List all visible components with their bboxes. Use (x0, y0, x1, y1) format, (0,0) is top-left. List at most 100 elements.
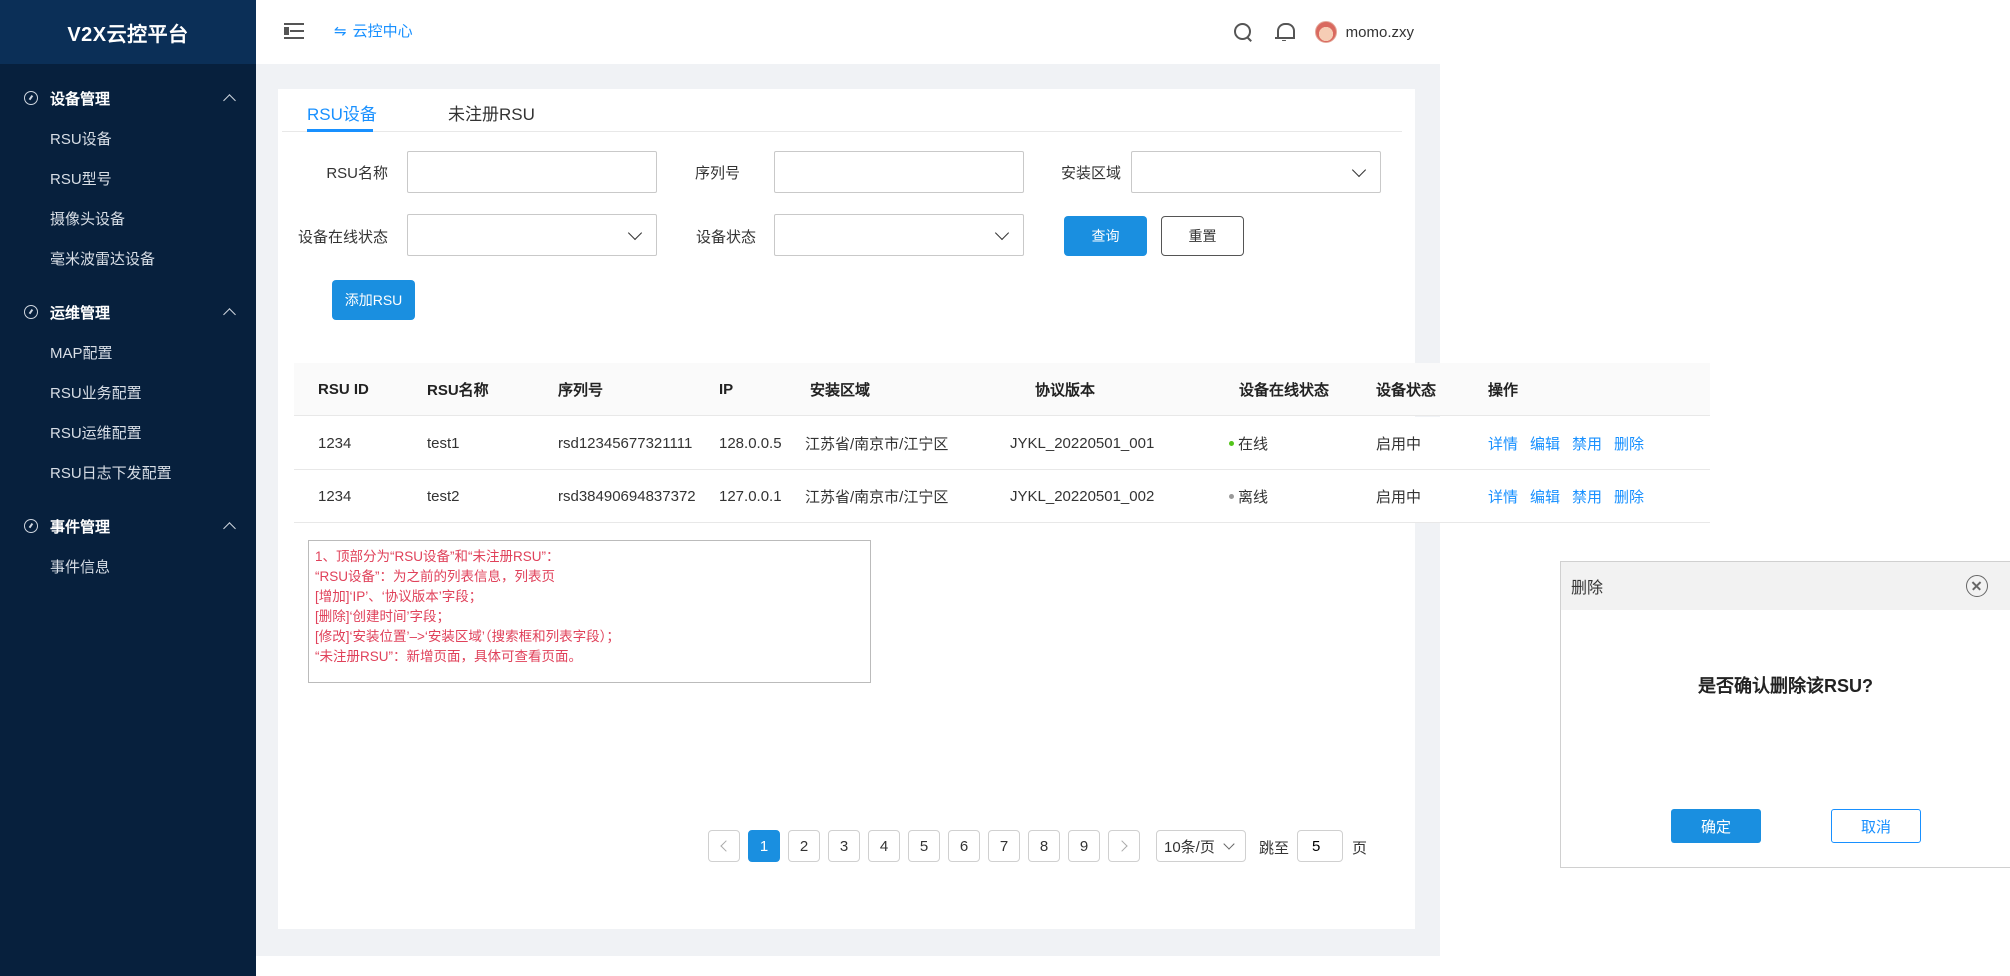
offline-dot-icon (1229, 493, 1234, 499)
cloud-center-link[interactable]: ⇋ 云控中心 (334, 20, 413, 41)
app-logo: V2X云控平台 (0, 0, 256, 64)
menu-collapse-icon[interactable] (284, 22, 304, 40)
username: momo.zxy (1345, 23, 1414, 41)
sidebar-group-label: 运维管理 (50, 304, 111, 322)
column-header: 操作 (1488, 381, 1519, 399)
chevron-down-icon (994, 225, 1010, 241)
edit-link[interactable]: 编辑 (1530, 486, 1560, 507)
column-header: 设备在线状态 (1239, 381, 1330, 399)
sidebar-item-event-info[interactable]: 事件信息 (0, 546, 256, 586)
sidebar-group-label: 事件管理 (50, 518, 111, 536)
sidebar-item-rsu-ops-config[interactable]: RSU运维配置 (0, 412, 256, 452)
table-row: 1234 test2 rsd38490694837372 127.0.0.1 江… (294, 470, 1710, 523)
confirm-button[interactable]: 确定 (1671, 809, 1761, 843)
tab-unregistered-rsu[interactable]: 未注册RSU (448, 100, 535, 125)
sidebar-item-rsu-device[interactable]: RSU设备 (0, 118, 256, 158)
online-status-text: 在线 (1238, 435, 1269, 453)
sidebar-item-radar-device[interactable]: 毫米波雷达设备 (0, 238, 256, 278)
column-header: RSU名称 (427, 381, 489, 399)
page-button[interactable]: 3 (828, 830, 860, 862)
close-icon[interactable] (1966, 575, 1988, 597)
chevron-down-icon (627, 225, 643, 241)
delete-link[interactable]: 删除 (1614, 433, 1644, 454)
serial-input[interactable] (775, 152, 1023, 192)
sidebar-item-map-config[interactable]: MAP配置 (0, 332, 256, 372)
disable-link[interactable]: 禁用 (1572, 486, 1602, 507)
detail-link[interactable]: 详情 (1488, 433, 1518, 454)
page-button[interactable]: 7 (988, 830, 1020, 862)
table-row: 1234 test1 rsd12345677321111 128.0.0.5 江… (294, 417, 1710, 470)
dashboard-icon (24, 519, 38, 533)
delete-link[interactable]: 删除 (1614, 486, 1644, 507)
cell-actions: 详情 编辑 禁用 删除 (1488, 470, 1656, 522)
table-header: RSU ID RSU名称 序列号 IP 安装区域 协议版本 设备在线状态 设备状… (294, 363, 1710, 416)
sidebar-item-rsu-business-config[interactable]: RSU业务配置 (0, 372, 256, 412)
serial-label: 序列号 (694, 165, 740, 182)
cell-ip: 128.0.0.5 (719, 434, 782, 452)
online-status-select[interactable] (407, 214, 657, 256)
swap-icon: ⇋ (334, 23, 347, 40)
prev-page-button[interactable] (708, 830, 740, 862)
column-header: 安装区域 (810, 381, 871, 399)
cell-ip: 127.0.0.1 (719, 487, 782, 505)
jump-page-input[interactable] (1298, 831, 1342, 861)
serial-field[interactable] (774, 151, 1024, 193)
page-button[interactable]: 9 (1068, 830, 1100, 862)
tab-rsu-device[interactable]: RSU设备 (307, 100, 377, 125)
cell-actions: 详情 编辑 禁用 删除 (1488, 417, 1656, 469)
chevron-up-icon (223, 521, 236, 535)
search-icon[interactable] (1233, 22, 1253, 42)
note-line: [删除]‘创建时间’字段； (315, 609, 450, 624)
user-menu[interactable]: momo.zxy (1314, 21, 1414, 43)
sidebar-item-rsu-model[interactable]: RSU型号 (0, 158, 256, 198)
page-button[interactable]: 8 (1028, 830, 1060, 862)
top-header: ⇋ 云控中心 momo.zxy (256, 0, 1440, 64)
page-button[interactable]: 5 (908, 830, 940, 862)
bell-icon[interactable] (1274, 22, 1295, 42)
add-rsu-button[interactable]: 添加RSU (332, 280, 415, 320)
note-line: 1、顶部分为“RSU设备”和“未注册RSU”： (315, 549, 560, 564)
sidebar-item-rsu-log-config[interactable]: RSU日志下发配置 (0, 452, 256, 492)
device-status-label: 设备状态 (695, 229, 756, 246)
page-button[interactable]: 6 (948, 830, 980, 862)
page-button[interactable]: 4 (868, 830, 900, 862)
sidebar-group-ops-management[interactable]: 运维管理 (0, 292, 256, 332)
sidebar-item-camera-device[interactable]: 摄像头设备 (0, 198, 256, 238)
page-button[interactable]: 2 (788, 830, 820, 862)
dialog-header: 删除 (1561, 562, 2010, 610)
query-button[interactable]: 查询 (1064, 216, 1147, 256)
area-select[interactable] (1131, 151, 1381, 193)
cell-device-status: 启用中 (1376, 488, 1422, 506)
rsu-name-field[interactable] (407, 151, 657, 193)
next-page-button[interactable] (1108, 830, 1140, 862)
column-header: IP (719, 380, 734, 398)
page-size-select[interactable]: 10条/页 (1156, 830, 1246, 862)
online-status-label: 设备在线状态 (297, 229, 388, 246)
detail-link[interactable]: 详情 (1488, 486, 1518, 507)
reset-button[interactable]: 重置 (1161, 216, 1244, 256)
sidebar: V2X云控平台 设备管理 RSU设备 RSU型号 摄像头设备 毫米波雷达设备 运… (0, 0, 256, 976)
chevron-up-icon (223, 307, 236, 321)
dashboard-icon (24, 305, 38, 319)
cell-area: 江苏省/南京市/江宁区 (805, 488, 949, 506)
cell-rsu-name: test2 (427, 487, 460, 505)
cancel-button[interactable]: 取消 (1831, 809, 1921, 843)
device-status-select[interactable] (774, 214, 1024, 256)
page-button[interactable]: 1 (748, 830, 780, 862)
rsu-name-input[interactable] (408, 152, 656, 192)
column-header: 序列号 (558, 381, 604, 399)
chevron-left-icon (720, 840, 732, 852)
column-header: 设备状态 (1376, 381, 1437, 399)
edit-link[interactable]: 编辑 (1530, 433, 1560, 454)
sidebar-group-device-management[interactable]: 设备管理 (0, 78, 256, 118)
cloud-center-label: 云控中心 (352, 23, 413, 40)
jump-page-field[interactable] (1297, 830, 1343, 862)
tab-active-indicator (307, 129, 373, 132)
dialog-title: 删除 (1571, 580, 1604, 597)
sidebar-group-event-management[interactable]: 事件管理 (0, 506, 256, 546)
disable-link[interactable]: 禁用 (1572, 433, 1602, 454)
chevron-right-icon (1116, 840, 1128, 852)
sidebar-group-label: 设备管理 (50, 90, 111, 108)
avatar (1314, 21, 1337, 43)
note-line: “未注册RSU”：新增页面，具体可查看页面。 (315, 649, 582, 664)
